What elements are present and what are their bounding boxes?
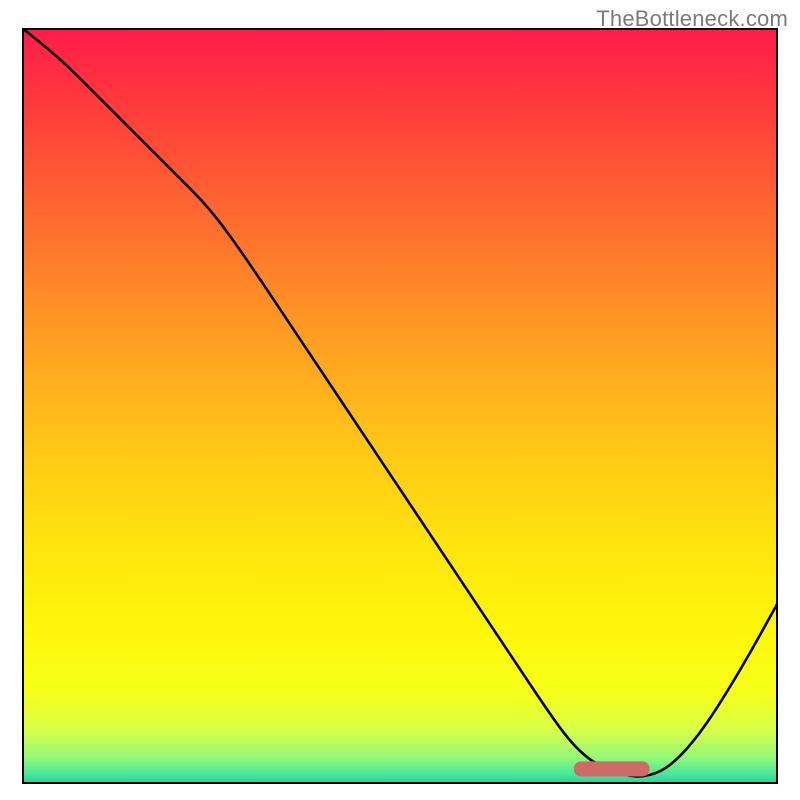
plot-frame	[22, 28, 778, 784]
watermark-text: TheBottleneck.com	[596, 6, 788, 32]
